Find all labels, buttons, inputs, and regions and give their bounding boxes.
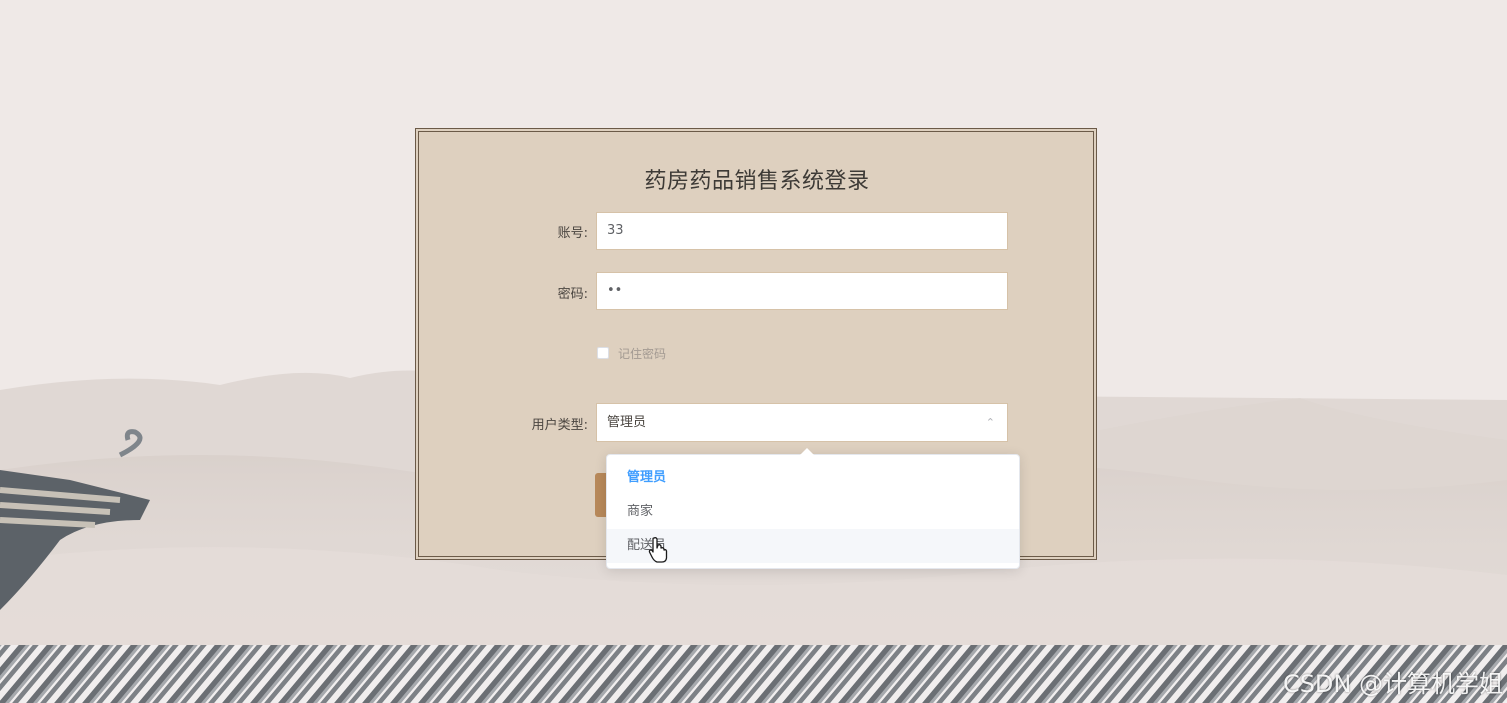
login-page: 药房药品销售系统登录 账号: 33 密码: •• 记住密码 用户类型: 管理员 … xyxy=(0,0,1507,703)
watermark: CSDN @计算机学姐 xyxy=(1282,670,1503,698)
user-type-dropdown: 管理员 商家 配送员 xyxy=(606,448,1020,569)
dropdown-caret xyxy=(800,448,814,455)
dropdown-option-merchant[interactable]: 商家 xyxy=(607,495,1019,529)
account-label: 账号: xyxy=(557,226,588,241)
checkbox-box[interactable] xyxy=(597,347,609,359)
account-input[interactable]: 33 xyxy=(596,212,1008,250)
account-value: 33 xyxy=(607,223,624,238)
password-label: 密码: xyxy=(557,287,588,302)
remember-password-checkbox[interactable]: 记住密码 xyxy=(597,345,666,361)
remember-password-label: 记住密码 xyxy=(618,346,667,361)
page-title: 药房药品销售系统登录 xyxy=(644,169,870,194)
dropdown-option-courier[interactable]: 配送员 xyxy=(607,529,1019,563)
chevron-up-icon: ⌃ xyxy=(985,416,995,429)
user-type-label: 用户类型: xyxy=(531,418,588,433)
user-type-value: 管理员 xyxy=(607,415,647,430)
dropdown-option-admin[interactable]: 管理员 xyxy=(607,461,1019,495)
user-type-select[interactable]: 管理员 ⌃ xyxy=(596,403,1008,442)
password-value: •• xyxy=(607,283,623,298)
password-input[interactable]: •• xyxy=(596,272,1008,310)
hand-pointer-icon xyxy=(648,537,668,563)
